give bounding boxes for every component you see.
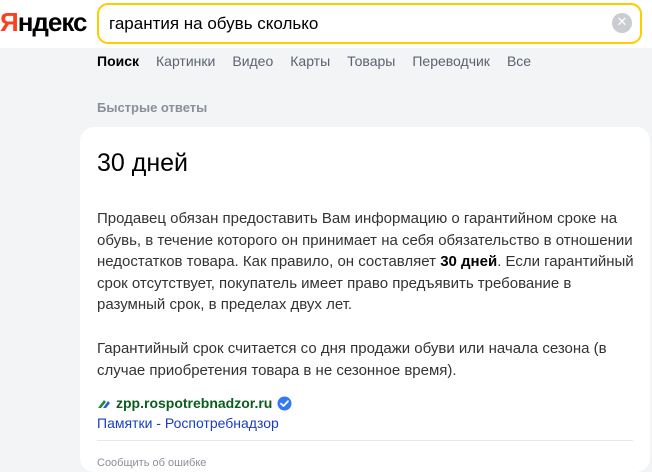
rospotrebnadzor-favicon-icon [97,397,111,409]
clear-icon[interactable]: ✕ [612,13,632,33]
tab-all[interactable]: Все [507,53,531,77]
tab-search[interactable]: Поиск [97,53,139,77]
tab-products[interactable]: Товары [347,53,395,77]
tab-video[interactable]: Видео [232,53,273,77]
tab-maps[interactable]: Карты [290,53,330,77]
source-title-link[interactable]: Памятки - Роспотребнадзор [97,415,279,431]
divider [97,440,633,441]
tab-images[interactable]: Картинки [156,53,215,77]
report-error-link[interactable]: Сообщить об ошибке [97,457,206,469]
search-tabs: Поиск Картинки Видео Карты Товары Перево… [97,53,548,77]
answer-paragraph-1: Продавец обязан предоставить Вам информа… [97,210,634,313]
answer-title: 30 дней [97,149,189,177]
yandex-logo[interactable]: Яндекс [0,7,87,38]
search-box[interactable]: ✕ [97,3,642,44]
source-host-link[interactable]: zpp.rospotrebnadzor.ru [116,395,272,411]
tab-translator[interactable]: Переводчик [412,53,490,77]
source-line: zpp.rospotrebnadzor.ru [97,393,292,413]
header: Яндекс ✕ [0,0,652,48]
answer-paragraph-2: Гарантийный срок считается со дня продаж… [97,340,607,379]
quick-answer-card: 30 дней Продавец обязан предоставить Вам… [80,127,650,472]
search-input[interactable] [109,5,599,42]
verified-check-icon [277,396,292,411]
section-title: Быстрые ответы [97,100,208,115]
answer-highlight: 30 дней [440,253,498,270]
